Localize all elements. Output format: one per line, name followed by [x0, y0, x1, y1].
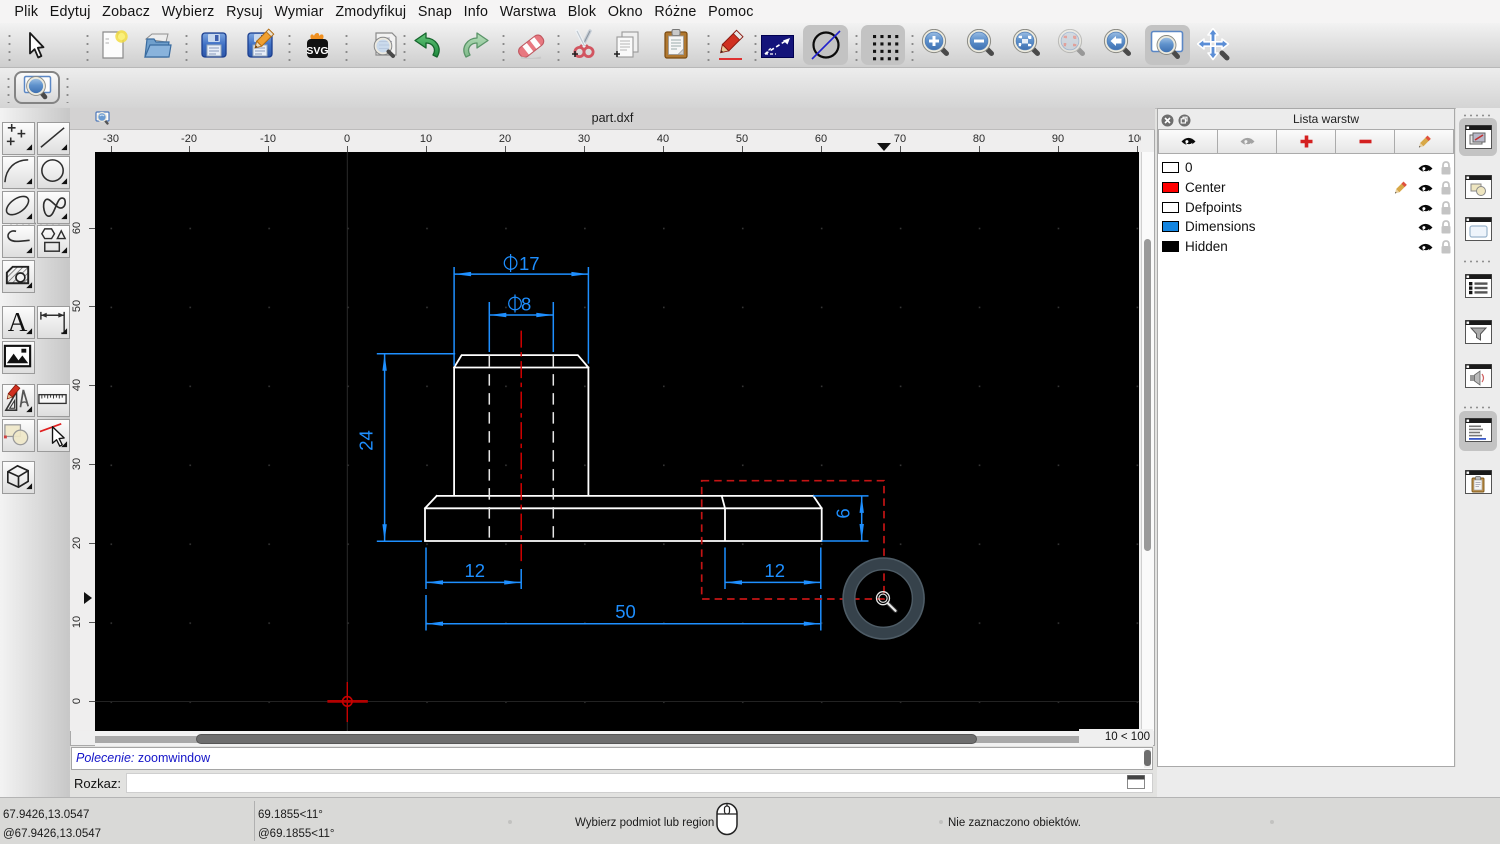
- svg-text:A: A: [7, 307, 27, 337]
- svg-text:6: 6: [832, 508, 853, 518]
- svg-text:17: 17: [519, 253, 540, 274]
- svg-text:SVG: SVG: [306, 45, 328, 57]
- svg-text:24: 24: [356, 430, 377, 451]
- svg-text:12: 12: [465, 560, 486, 581]
- svg-text:8: 8: [521, 294, 531, 315]
- svg-text:12: 12: [764, 560, 785, 581]
- svg-text:50: 50: [615, 601, 636, 622]
